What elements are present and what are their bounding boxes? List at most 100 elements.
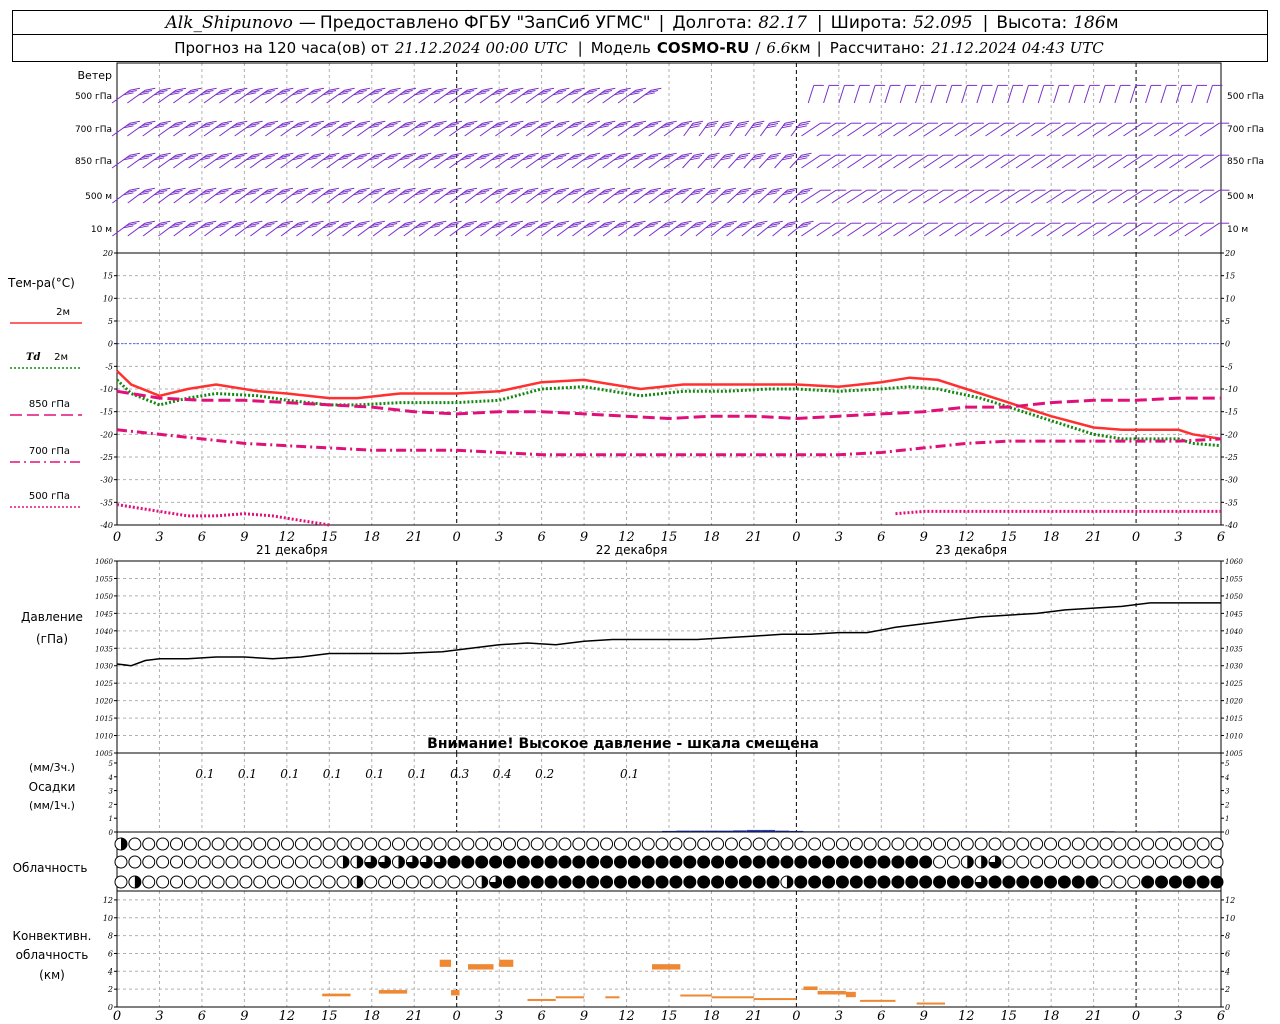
conv-cloud-bar [451,990,460,996]
cloud-cover-symbol [835,855,849,869]
wind-barb-feather [267,220,278,224]
temp-hour-tick: 6 [198,530,206,545]
wind-barb-feather [236,220,248,224]
conv-hour-tick: 9 [920,1009,928,1024]
wind-barb-feather [206,152,217,156]
cloud-cover-symbol [905,837,919,851]
wind-barb-feather [298,120,309,124]
pressure-tick-left: 1040 [95,628,113,636]
cloud-cover-symbol [738,837,752,851]
cloud-cover-symbol [447,855,461,869]
wind-barb-feather [605,120,616,124]
wind-barb [847,222,867,237]
cloud-cover-symbol [1113,875,1127,889]
wind-barb [954,154,975,169]
wind-barb-feather [298,152,309,156]
temp-tick-left: 15 [103,272,113,281]
wind-barb-feather [528,120,539,124]
cloud-cover-symbol [1155,837,1169,851]
wind-barb-feather [589,187,600,191]
wind-barb [908,154,929,169]
wind-barb-feather [604,187,616,191]
cloud-cover-half [481,876,488,888]
wind-barb [939,222,959,237]
cloud-cover-symbol [766,855,780,869]
cloud-cover-symbol [169,837,183,851]
wind-barb-feather [543,152,555,156]
cloud-cover-symbol [1057,875,1071,889]
pressure-tick-right: 1020 [1225,698,1243,706]
conv-hour-tick: 0 [113,1009,121,1024]
cloud-cover-symbol [405,875,419,889]
cloud-cover-symbol [169,855,183,869]
wind-barb-feather [344,220,355,224]
temp-legend-label: 700 гПа [29,446,70,457]
cloud-cover-symbol [891,855,905,869]
cloud-cover-symbol [1182,837,1196,851]
cloud-cover-symbol [1030,837,1044,851]
cloud-cover-symbol [461,855,475,869]
cloud-cover-symbol [183,855,197,869]
conv-hour-tick: 21 [405,1009,423,1024]
wind-barb [1037,85,1045,104]
temp-tick-left: -30 [100,476,113,485]
cloud-cover-symbol [711,875,725,889]
wind-barb-feather [329,152,340,156]
precip-amount-label: 0.2 [535,767,554,781]
cloud-cover-symbol [849,837,863,851]
conv-hour-tick: 15 [321,1009,338,1024]
precip-title: Осадки [29,780,76,794]
conv-cloud-bar [916,1002,945,1005]
wind-barb [1153,189,1174,204]
temp-tick-right: -10 [1225,385,1238,394]
wind-level-label-right: 700 гПа [1227,125,1264,135]
cloud-cover-symbol [544,855,558,869]
cloud-cover-symbol [669,837,683,851]
cloud-cover-symbol [461,837,475,851]
wind-barb [801,122,821,137]
wind-barb-feather [725,187,736,191]
conv-cloud-bar [817,990,846,995]
wind-barb [847,122,867,137]
conv-hour-tick: 3 [495,1009,503,1024]
cloud-cover-symbol [1057,855,1071,869]
cloud-cover-symbol [752,837,766,851]
cloud-cover-symbol [239,875,253,889]
wind-barb-feather [589,220,600,224]
wind-barb-feather [359,152,371,156]
cloud-cover-symbol [544,875,558,889]
temp-tick-left: -15 [100,408,113,417]
precip-tick-left: 4 [108,774,113,782]
cloud-cover-symbol [822,855,836,869]
temp-tick-left: 0 [108,340,113,349]
temp-legend-td: Td [26,352,40,363]
wind-barb [1107,189,1128,204]
wind-barb [1061,122,1082,137]
wind-barb [1000,122,1021,137]
wind-barb [1206,85,1213,104]
wind-barb-feather [283,87,294,91]
cloud-cover-symbol [502,875,516,889]
conv-hour-tick: 0 [1132,1009,1140,1024]
conv-hour-tick: 3 [1174,1009,1182,1024]
precip-tick-left: 2 [108,801,114,809]
pressure-title: Давление [21,610,83,624]
wind-barb [1000,222,1021,237]
cloud-cover-symbol [974,837,988,851]
wind-barb [985,222,1005,237]
cloud-cover-symbol [1127,855,1141,869]
cloud-cover-symbol [294,875,308,889]
cloud-cover-symbol [711,855,725,869]
wind-barb [1053,85,1060,104]
cloud-cover-symbol [322,855,336,869]
wind-barb [939,154,959,169]
cloud-cover-symbol [433,875,447,889]
temp-hour-tick: 0 [453,530,461,545]
wind-barb [869,85,876,104]
wind-barb-feather [451,87,463,91]
precip-tick-right: 1 [1225,815,1229,823]
wind-barb-feather [589,120,601,124]
cloud-cover-symbol [724,837,738,851]
wind-barb-feather [695,187,706,191]
wind-barb-feather [359,220,370,224]
